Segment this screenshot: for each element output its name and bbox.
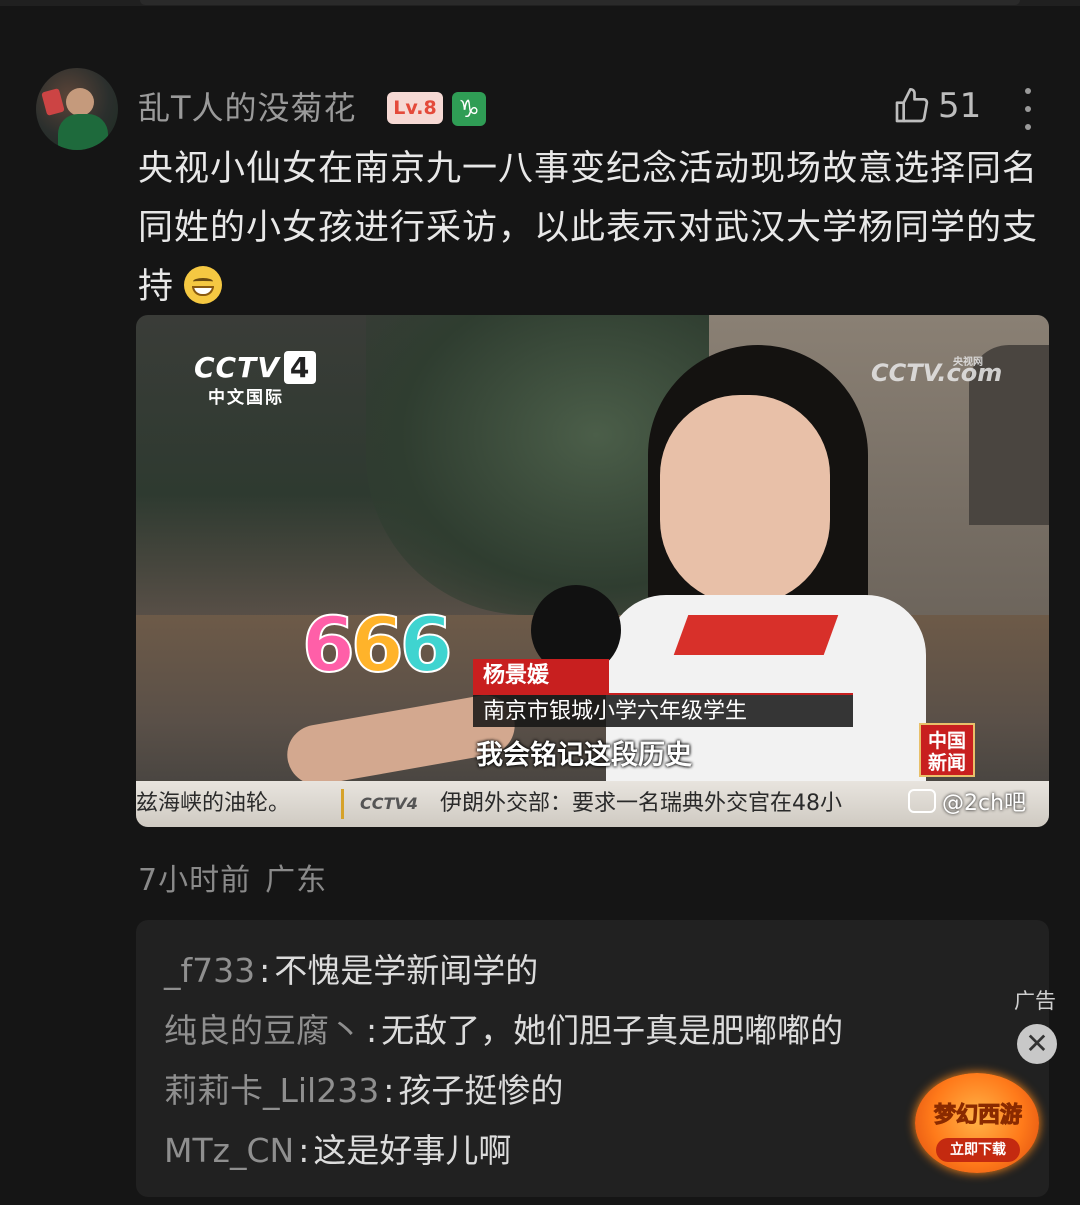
title-caption: 南京市银城小学六年级学生 bbox=[473, 693, 853, 727]
post-meta: 7小时前 广东 bbox=[138, 855, 327, 899]
name-caption: 杨景媛 bbox=[473, 659, 609, 693]
watermark: @2ch吧 bbox=[908, 785, 1026, 817]
channel-logo: CCTV 4 bbox=[194, 351, 317, 384]
reply-item[interactable]: MTz_CN: 这是好事儿啊 bbox=[164, 1129, 511, 1173]
weibo-icon bbox=[908, 789, 936, 813]
post-time: 7小时前 bbox=[138, 863, 252, 898]
grin-emoji-icon bbox=[184, 266, 223, 304]
like-count: 51 bbox=[938, 86, 982, 126]
zodiac-badge: ♑ bbox=[452, 92, 486, 126]
site-logo: CCTV.com 央视网 bbox=[871, 357, 1003, 387]
reply-item[interactable]: 莉莉卡_Lil233: 孩子挺惨的 bbox=[164, 1069, 563, 1113]
ticker-left: 兹海峡的油轮。 bbox=[136, 791, 291, 816]
reply-item[interactable]: 纯良的豆腐丶: 无敌了，她们胆子真是肥嘟嘟的 bbox=[164, 1009, 843, 1053]
ad-download-button[interactable]: 立即下载 bbox=[936, 1138, 1020, 1162]
video-subtitle: 我会铭记这段历史 bbox=[476, 740, 692, 771]
more-vertical-icon[interactable] bbox=[1018, 88, 1038, 130]
reply-item[interactable]: _f733: 不愧是学新闻学的 bbox=[164, 949, 538, 993]
avatar[interactable] bbox=[36, 68, 118, 150]
ad-label: 广告 bbox=[1014, 989, 1056, 1013]
level-badge: Lv.8 bbox=[387, 92, 443, 124]
like-button[interactable]: 51 bbox=[892, 86, 981, 126]
username[interactable]: 乱T人的没菊花 bbox=[138, 88, 357, 128]
ticker-logo: CCTV4 bbox=[360, 794, 418, 813]
thumbs-up-icon bbox=[895, 88, 929, 123]
ad-title[interactable]: 梦幻西游 bbox=[930, 1097, 1026, 1129]
post-text: 央视小仙女在南京九一八事变纪念活动现场故意选择同名同姓的小女孩进行采访，以此表示… bbox=[138, 149, 1039, 307]
sticker-666: 666 bbox=[301, 599, 454, 690]
reply-preview[interactable]: _f733: 不愧是学新闻学的 纯良的豆腐丶: 无敌了，她们胆子真是肥嘟嘟的 莉莉卡… bbox=[136, 920, 1049, 1197]
news-badge: 中国新闻 bbox=[919, 723, 975, 777]
ticker-right: 伊朗外交部：要求一名瑞典外交官在48小 bbox=[440, 791, 842, 816]
video-thumbnail[interactable]: CCTV 4 中文国际 CCTV.com 央视网 666 杨景媛 南京市银城小学六年… bbox=[136, 315, 1049, 827]
post-location: 广东 bbox=[265, 863, 328, 898]
previous-item-strip bbox=[0, 0, 1080, 6]
channel-subtitle: 中文国际 bbox=[208, 388, 284, 408]
post-content: 央视小仙女在南京九一八事变纪念活动现场故意选择同名同姓的小女孩进行采访，以此表示… bbox=[138, 140, 1058, 317]
close-icon[interactable]: ✕ bbox=[1017, 1024, 1057, 1064]
